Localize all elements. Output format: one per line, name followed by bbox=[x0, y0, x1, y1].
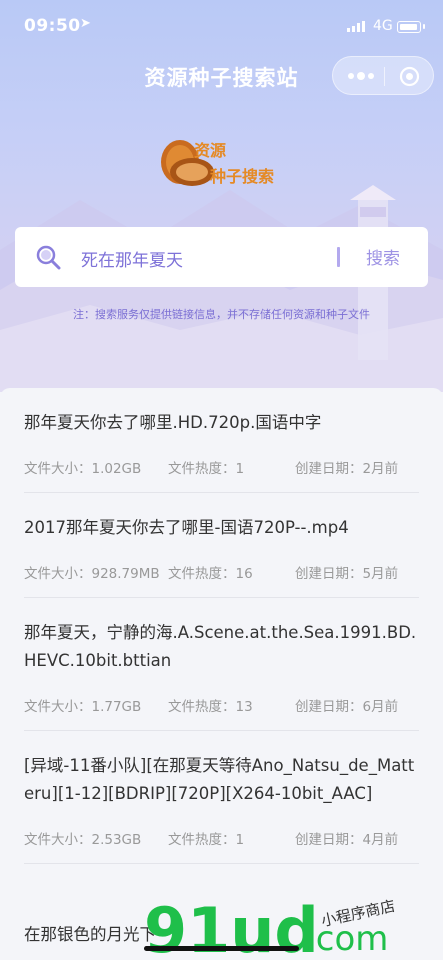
status-bar: 09:50 ➤ 4G bbox=[0, 0, 443, 52]
location-icon: ➤ bbox=[80, 16, 91, 31]
close-circle-icon[interactable] bbox=[399, 66, 420, 87]
file-heat: 文件热度：13 bbox=[168, 699, 253, 715]
result-title-partial[interactable]: 在那银色的月光下 bbox=[24, 921, 156, 945]
more-dots-icon[interactable] bbox=[346, 67, 376, 85]
file-size: 文件大小：2.53GB bbox=[24, 832, 142, 848]
signal-icon bbox=[347, 21, 365, 32]
file-heat: 文件热度：1 bbox=[168, 461, 245, 477]
file-size: 文件大小：928.79MB bbox=[24, 566, 160, 582]
status-time: 09:50 bbox=[24, 16, 81, 36]
result-item[interactable]: 2017那年夏天你去了哪里-国语720P--.mp4 文件大小：928.79MB… bbox=[24, 493, 419, 598]
hero-banner: 09:50 ➤ 4G 资源种子搜索站 资源 种子搜索 死在那年夏天 搜索 注：搜… bbox=[0, 0, 443, 392]
file-size: 文件大小：1.77GB bbox=[24, 699, 142, 715]
mini-program-capsule bbox=[332, 56, 434, 95]
result-title: 那年夏天你去了哪里.HD.720p.国语中字 bbox=[24, 413, 322, 432]
disclaimer-notice: 注：搜索服务仅提供链接信息，并不存储任何资源和种子文件 bbox=[73, 308, 370, 321]
created-date: 创建日期：5月前 bbox=[295, 566, 399, 582]
created-date: 创建日期：2月前 bbox=[295, 461, 399, 477]
result-title: [异域-11番小队][在那夏天等待Ano_Natsu_de_Matteru][1… bbox=[24, 756, 415, 803]
search-button[interactable]: 搜索 bbox=[366, 244, 400, 269]
search-icon[interactable] bbox=[35, 244, 61, 270]
result-title: 那年夏天，宁静的海.A.Scene.at.the.Sea.1991.BD.HEV… bbox=[24, 623, 417, 670]
search-input[interactable] bbox=[79, 241, 333, 275]
file-heat: 文件热度：1 bbox=[168, 832, 245, 848]
result-meta: 文件大小：1.02GB 文件热度：1 创建日期：2月前 bbox=[24, 457, 419, 477]
result-list: 那年夏天你去了哪里.HD.720p.国语中字 文件大小：1.02GB 文件热度：… bbox=[0, 388, 443, 960]
battery-icon bbox=[397, 21, 425, 33]
file-heat: 文件热度：16 bbox=[168, 566, 253, 582]
capsule-divider bbox=[384, 67, 385, 86]
search-divider bbox=[337, 247, 340, 267]
file-size: 文件大小：1.02GB bbox=[24, 461, 142, 477]
result-item[interactable]: 那年夏天你去了哪里.HD.720p.国语中字 文件大小：1.02GB 文件热度：… bbox=[24, 388, 419, 493]
logo-text-line2: 种子搜索 bbox=[210, 167, 275, 186]
home-indicator bbox=[144, 946, 299, 951]
created-date: 创建日期：6月前 bbox=[295, 699, 399, 715]
logo-text-line1: 资源 bbox=[194, 141, 227, 160]
result-meta: 文件大小：2.53GB 文件热度：1 创建日期：4月前 bbox=[24, 828, 419, 848]
result-item[interactable]: 那年夏天，宁静的海.A.Scene.at.the.Sea.1991.BD.HEV… bbox=[24, 598, 419, 731]
search-box: 搜索 bbox=[15, 227, 428, 287]
result-meta: 文件大小：1.77GB 文件热度：13 创建日期：6月前 bbox=[24, 695, 419, 715]
result-title: 2017那年夏天你去了哪里-国语720P--.mp4 bbox=[24, 518, 349, 537]
result-item[interactable]: [异域-11番小队][在那夏天等待Ano_Natsu_de_Matteru][1… bbox=[24, 731, 419, 864]
created-date: 创建日期：4月前 bbox=[295, 832, 399, 848]
network-type: 4G bbox=[373, 18, 393, 34]
result-meta: 文件大小：928.79MB 文件热度：16 创建日期：5月前 bbox=[24, 562, 419, 582]
